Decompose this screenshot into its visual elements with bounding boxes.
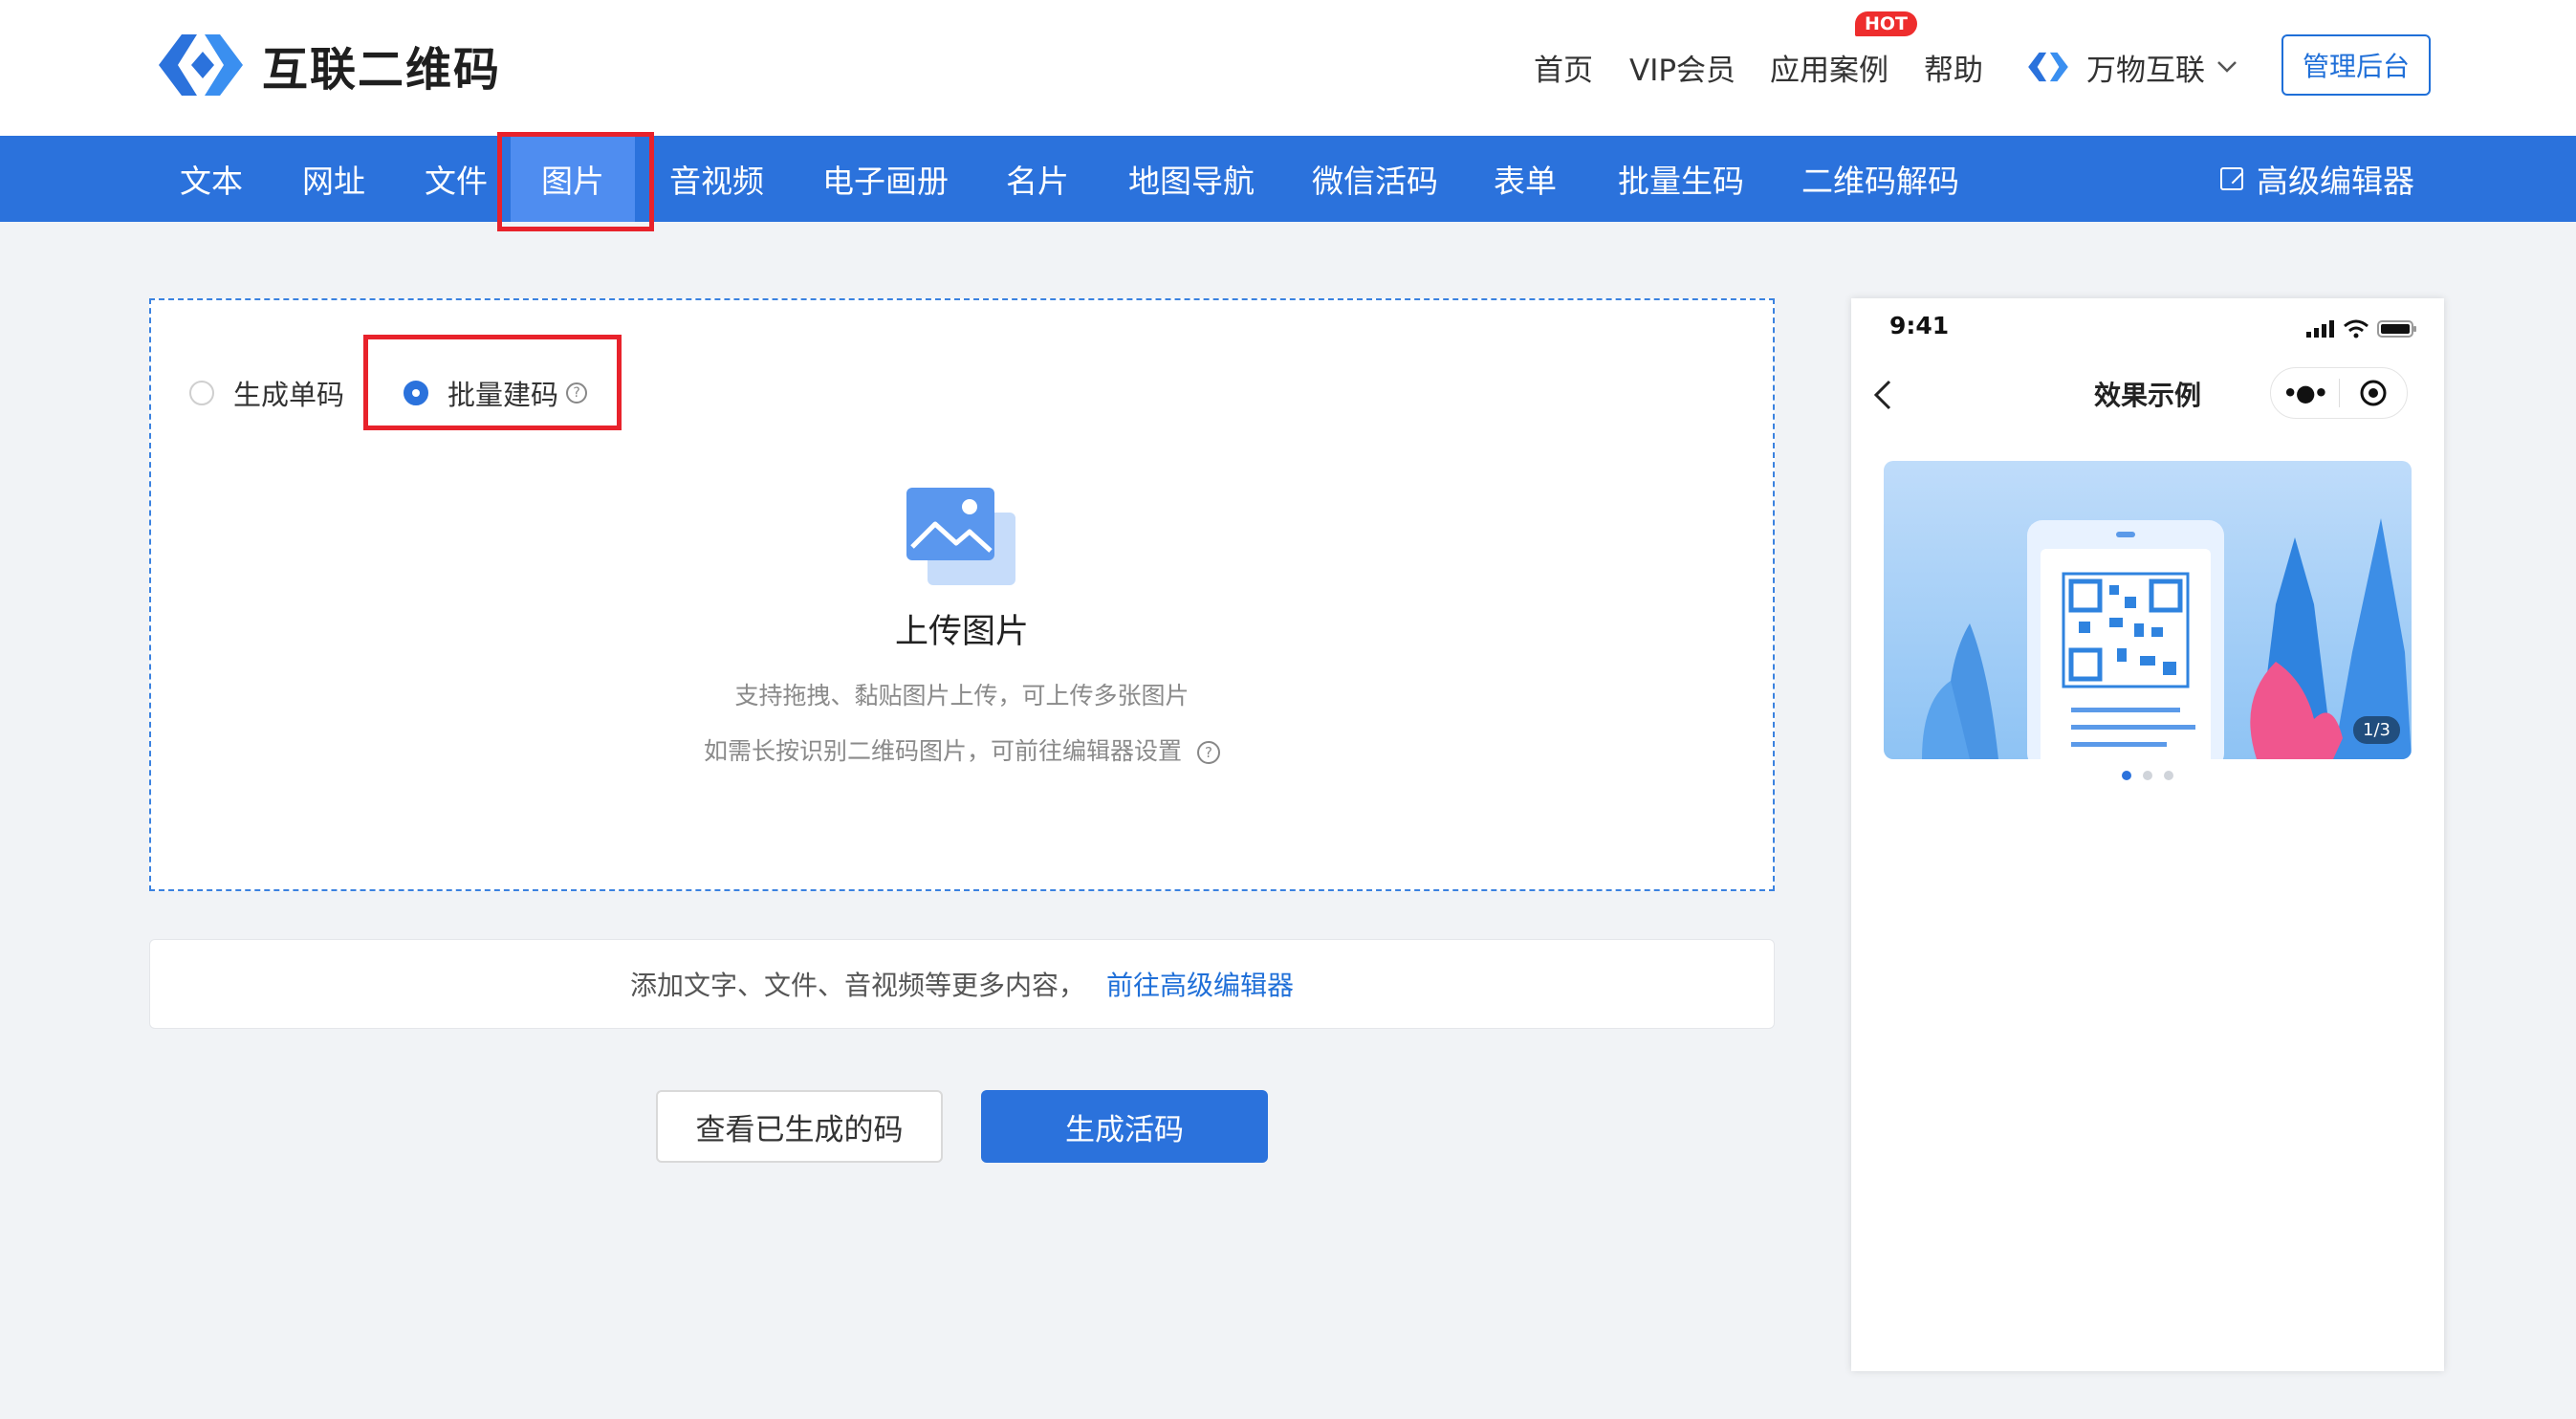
org-name: 万物互联 <box>2086 53 2205 88</box>
generate-button[interactable]: 生成活码 <box>981 1090 1268 1163</box>
mode-single-label: 生成单码 <box>233 379 345 411</box>
slide-pager: 1/3 <box>2353 716 2400 744</box>
more-content-text: 添加文字、文件、音视频等更多内容， <box>629 970 1085 1001</box>
highlight-box-tab <box>497 132 654 231</box>
radio-single[interactable] <box>189 381 214 405</box>
view-generated-button[interactable]: 查看已生成的码 <box>656 1090 943 1163</box>
tab-audio-video[interactable]: 音视频 <box>669 136 764 222</box>
highlight-box-batch <box>363 335 622 430</box>
tab-decode[interactable]: 二维码解码 <box>1801 136 1959 222</box>
tab-url[interactable]: 网址 <box>302 136 365 222</box>
upload-hint-1: 支持拖拽、黏贴图片上传，可上传多张图片 <box>734 682 1190 710</box>
nav-cases[interactable]: 应用案例 <box>1770 38 1888 96</box>
miniapp-capsule: •●• <box>2270 367 2408 419</box>
wifi-icon <box>2344 319 2369 338</box>
target-icon[interactable] <box>2340 379 2408 407</box>
tab-text[interactable]: 文本 <box>180 136 243 222</box>
tab-batch[interactable]: 批量生码 <box>1618 136 1744 222</box>
mode-single-option[interactable]: 生成单码 <box>189 373 344 413</box>
help-icon[interactable]: ? <box>1196 741 1220 764</box>
slide-dot[interactable] <box>2122 771 2131 780</box>
site-logo[interactable]: 互联二维码 <box>153 27 501 103</box>
tab-business-card[interactable]: 名片 <box>1006 136 1069 222</box>
nav-help[interactable]: 帮助 <box>1924 38 1983 96</box>
battery-icon <box>2377 320 2416 338</box>
top-header: 互联二维码 首页 VIP会员 应用案例 HOT 帮助 万物互联 管理后台 <box>0 0 2576 136</box>
slide-indicators <box>1851 771 2444 780</box>
banner-illustration <box>1884 461 2412 759</box>
upload-hint-2: 如需长按识别二维码图片，可前往编辑器设置 <box>704 737 1183 765</box>
status-time: 9:41 <box>1889 312 1950 339</box>
org-logo-icon <box>2028 52 2068 82</box>
upload-hint-2-row: 如需长按识别二维码图片，可前往编辑器设置 ? <box>151 732 1773 767</box>
nav-vip[interactable]: VIP会员 <box>1629 38 1736 96</box>
slide-dot[interactable] <box>2164 771 2173 780</box>
status-icons <box>2306 319 2417 338</box>
image-icon <box>906 488 1015 585</box>
hot-badge: HOT <box>1855 11 1918 36</box>
advanced-editor-link[interactable]: 高级编辑器 <box>2220 136 2414 222</box>
signal-icon <box>2306 320 2334 338</box>
advanced-editor-link-inline[interactable]: 前往高级编辑器 <box>1106 965 1294 1003</box>
logo-text: 互联二维码 <box>262 43 502 97</box>
category-tabs: 文本 网址 文件 图片 音视频 电子画册 名片 地图导航 微信活码 表单 批量生… <box>0 136 2576 222</box>
logo-icon <box>159 34 243 96</box>
upload-title: 上传图片 <box>894 613 1029 651</box>
chevron-down-icon <box>2217 61 2237 73</box>
phone-preview: 9:41 效果示例 •●• 1/3 <box>1851 298 2444 1371</box>
tab-map[interactable]: 地图导航 <box>1128 136 1255 222</box>
advanced-editor-label: 高级编辑器 <box>2257 163 2414 200</box>
tab-wechat[interactable]: 微信活码 <box>1312 136 1438 222</box>
tab-ebook[interactable]: 电子画册 <box>822 136 949 222</box>
preview-banner[interactable]: 1/3 <box>1884 461 2412 759</box>
edit-icon <box>2220 167 2243 190</box>
admin-button[interactable]: 管理后台 <box>2281 34 2431 96</box>
tab-file[interactable]: 文件 <box>425 136 488 222</box>
nav-home[interactable]: 首页 <box>1534 38 1593 96</box>
tab-form[interactable]: 表单 <box>1494 136 1557 222</box>
slide-dot[interactable] <box>2143 771 2152 780</box>
org-switcher[interactable]: 万物互联 <box>2025 38 2238 96</box>
more-icon[interactable]: •●• <box>2271 380 2339 406</box>
more-content-bar: 添加文字、文件、音视频等更多内容， 前往高级编辑器 <box>149 939 1775 1029</box>
